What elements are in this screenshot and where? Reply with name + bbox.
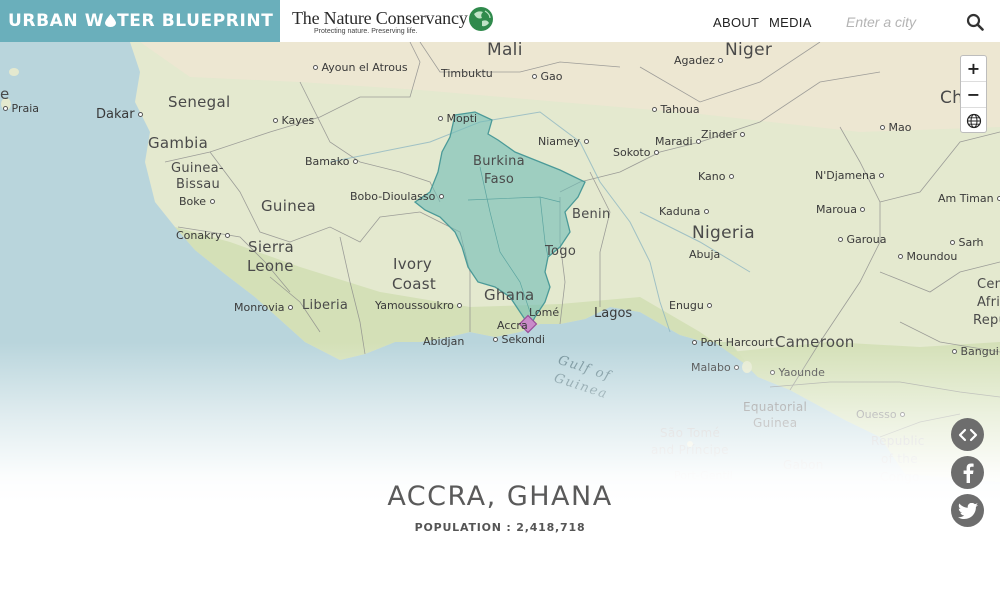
- city-label: Bobo-Dioulasso: [350, 191, 444, 202]
- country-label: Equatorial: [743, 400, 808, 414]
- site-header: URBAN W TER BLUEPRINT The Nature Conserva…: [0, 0, 1000, 42]
- country-label: Ivory: [393, 255, 433, 273]
- country-label: Togo: [545, 244, 577, 259]
- city-label: Kaduna: [659, 206, 709, 217]
- population-text: POPULATION : 2,418,718: [414, 521, 586, 534]
- map-view[interactable]: Mali Niger Ch e Senegal Gambia Guinea- B…: [0, 42, 1000, 600]
- city-label: Yamoussoukro: [375, 300, 463, 311]
- city-label: Agadez: [674, 55, 724, 66]
- city-label: N'Djamena: [815, 170, 885, 181]
- partner-tagline: Protecting nature. Preserving life.: [314, 28, 418, 35]
- country-label: Guinea-: [171, 161, 224, 176]
- city-label: Am Timan: [938, 193, 1000, 204]
- partner-logo[interactable]: The Nature Conservancy Protecting nature…: [292, 6, 502, 38]
- city-label: Maroua: [816, 204, 866, 215]
- city-label: Yaounde: [770, 367, 825, 378]
- country-label: Niger: [725, 42, 773, 60]
- country-label: Bissau: [176, 177, 221, 192]
- city-label: Gao: [532, 71, 563, 82]
- city-label: Sekondi: [493, 334, 545, 345]
- city-label: Dakar: [96, 108, 144, 121]
- country-label: Afri: [977, 295, 1000, 310]
- country-label: Mali: [487, 42, 523, 60]
- country-label: Leone: [247, 257, 294, 275]
- brand-title: URBAN W TER BLUEPRINT: [8, 11, 274, 31]
- city-label: Ayoun el Atrous: [313, 62, 408, 73]
- globe-button[interactable]: [961, 108, 986, 134]
- city-label: Zinder: [701, 129, 746, 140]
- facebook-share-button[interactable]: [951, 456, 984, 489]
- city-label: Abuja: [689, 248, 721, 261]
- country-label: Republic: [871, 434, 925, 448]
- zoom-in-button[interactable]: +: [961, 56, 986, 82]
- city-label: Lagos: [594, 306, 633, 321]
- country-label: of the: [881, 452, 918, 466]
- country-label: Cameroon: [775, 333, 855, 351]
- country-label: Gambia: [148, 134, 209, 152]
- code-icon: [958, 428, 977, 441]
- zoom-out-button[interactable]: −: [961, 82, 986, 108]
- city-label: Conakry: [176, 230, 231, 241]
- city-label: Niamey: [538, 136, 589, 147]
- city-label: Mopti: [438, 113, 477, 124]
- city-label: Praia: [3, 103, 39, 114]
- twitter-share-button[interactable]: [951, 494, 984, 527]
- country-label: Coast: [392, 275, 437, 293]
- city-label: Timbuktu: [441, 67, 493, 80]
- partner-name: The Nature Conservancy: [292, 8, 468, 28]
- country-label: Faso: [484, 172, 515, 187]
- city-label: Kano: [698, 171, 734, 182]
- city-label: Port-Gentil: [674, 469, 733, 482]
- city-label: Kayes: [273, 115, 314, 126]
- city-search-input[interactable]: [840, 10, 955, 34]
- partner-globe-icon: [469, 7, 493, 31]
- search-icon[interactable]: [966, 13, 984, 31]
- city-title: ACCRA, GHANA: [387, 481, 613, 512]
- city-label: Garoua: [838, 234, 887, 245]
- city-label: Enugu: [669, 300, 713, 311]
- city-label: Abidjan: [423, 335, 465, 348]
- country-label: and Príncipe: [651, 443, 729, 457]
- country-label: Sierra: [248, 238, 294, 256]
- country-label: Cen: [977, 277, 1000, 292]
- country-label: Senegal: [168, 93, 231, 111]
- country-label: Liberia: [302, 298, 349, 313]
- city-label: Bangui: [952, 346, 999, 357]
- country-label: Burkina: [473, 154, 525, 169]
- country-label: e: [0, 85, 10, 103]
- nav-media-link[interactable]: MEDIA: [769, 15, 812, 30]
- city-label: Bamako: [305, 156, 358, 167]
- city-label: Sarh: [950, 237, 984, 248]
- country-label: São Tomé: [660, 426, 721, 440]
- city-label: Boke: [179, 196, 215, 207]
- country-label: Guinea: [261, 197, 317, 215]
- city-label: Mao: [880, 122, 911, 133]
- city-label: Sokoto: [613, 147, 659, 158]
- city-label: Malabo: [691, 362, 740, 373]
- city-label: Ouesso: [856, 409, 906, 420]
- city-label: Lomé: [529, 306, 560, 319]
- country-label: Guinea: [753, 416, 798, 430]
- country-label: Ghana: [484, 286, 535, 304]
- brand-logo[interactable]: URBAN W TER BLUEPRINT: [0, 0, 280, 42]
- twitter-icon: [957, 502, 978, 519]
- water-drop-icon: [105, 14, 117, 27]
- city-label: Tahoua: [652, 104, 700, 115]
- country-label: Benin: [572, 207, 611, 222]
- city-label: Moundou: [898, 251, 957, 262]
- globe-icon: [966, 113, 981, 129]
- city-label: Monrovia: [234, 302, 294, 313]
- nav-about-link[interactable]: ABOUT: [713, 15, 759, 30]
- city-label: Accra: [497, 319, 528, 332]
- city-label: Port Harcourt: [692, 337, 774, 348]
- embed-button[interactable]: [951, 418, 984, 451]
- country-label: Congo: [880, 470, 920, 484]
- country-label: Gabon: [783, 458, 824, 472]
- map-zoom-controls: + −: [960, 55, 987, 133]
- country-label: Repu: [973, 313, 1000, 328]
- city-label: Maradi: [655, 136, 702, 147]
- facebook-icon: [963, 463, 974, 483]
- country-label: Nigeria: [692, 223, 755, 243]
